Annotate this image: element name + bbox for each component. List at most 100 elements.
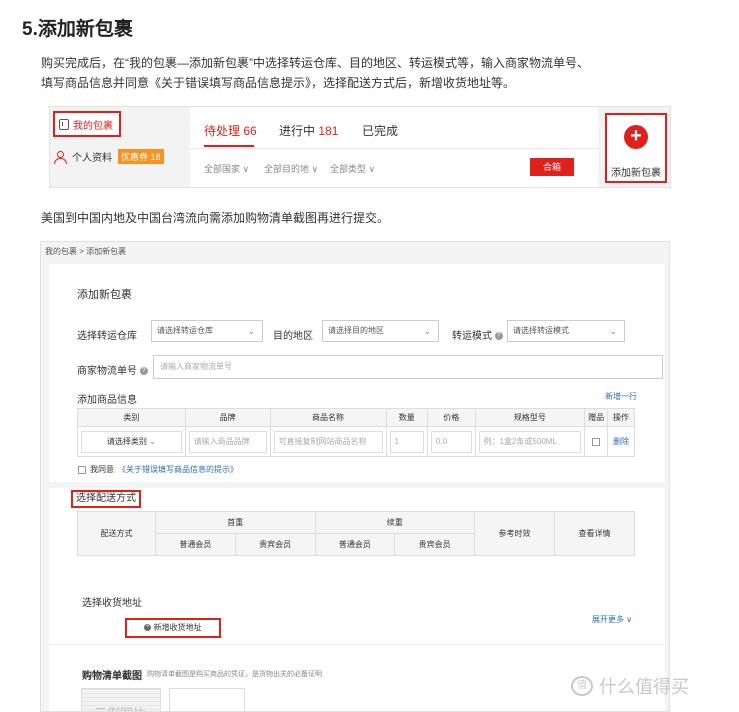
column-header: 商品名称	[269, 408, 387, 427]
shopping-list-title: 购物清单截图	[82, 671, 142, 682]
column-header: 赠品	[584, 408, 609, 427]
agree-link[interactable]: 《关于错误填写商品信息的提示》	[118, 464, 238, 475]
sidebar-item-my-package[interactable]: 我的包裹	[53, 111, 121, 137]
package-tabs-panel: 待处理 66 进行中 181 已完成 全部国家 ∨ 全部目的地 ∨ 全部类型 ∨…	[190, 107, 598, 187]
sample-image-thumbnail[interactable]: 示例图片	[81, 688, 161, 711]
tab-label: 进行中	[279, 124, 316, 138]
warehouse-select[interactable]: 请选择转运仓库 ⌄	[151, 320, 263, 342]
column-header: 数量	[385, 408, 428, 427]
plus-icon: +	[624, 125, 648, 149]
add-address-label: 新增收货地址	[153, 623, 202, 632]
tracking-label-text: 商家物流单号	[77, 366, 137, 377]
quantity-input[interactable]: 1	[389, 430, 424, 453]
thumbnail-watermark: 示例图片	[94, 703, 146, 711]
merge-button[interactable]: 合箱	[530, 158, 574, 176]
tracking-input[interactable]: 请输入商家物流单号	[153, 355, 663, 379]
intro-line-1: 购买完成后，在“我的包裹—添加新包裹”中选择转运仓库、目的地区、转运模式等，输入…	[41, 56, 589, 70]
chevron-down-icon: ⌄	[149, 436, 156, 446]
coupon-badge[interactable]: 优惠券 18	[118, 149, 164, 164]
column-header: 品牌	[184, 408, 271, 427]
add-row-link[interactable]: 新增一行	[605, 391, 637, 402]
mode-label: 转运模式 ?	[452, 327, 503, 342]
filter-destination[interactable]: 全部目的地 ∨	[264, 162, 318, 175]
tab-in-progress[interactable]: 进行中 181	[279, 122, 338, 139]
column-header: 规格型号	[474, 408, 586, 427]
help-icon[interactable]: ?	[139, 367, 148, 376]
column-header: 参考时效	[474, 511, 555, 556]
sidebar-item-label: 个人资料	[72, 153, 112, 164]
site-watermark: 值 什么值得买	[571, 673, 689, 699]
chevron-down-icon: ⌄	[247, 326, 255, 336]
goods-label: 添加商品信息	[77, 395, 137, 406]
tab-label: 待处理	[204, 124, 241, 138]
gift-checkbox[interactable]	[592, 437, 601, 446]
form-card: 添加新包裹 选择转运仓库 请选择转运仓库 ⌄ 目的地区 请选择目的地区 ⌄ 转运…	[49, 264, 665, 711]
add-package-form-screenshot: 我的包裹 > 添加新包裹 添加新包裹 选择转运仓库 请选择转运仓库 ⌄ 目的地区…	[40, 241, 670, 712]
product-name-input[interactable]: 可直接复制网站商品名称	[273, 430, 383, 453]
column-header: 贵宾会员	[234, 533, 316, 556]
tab-completed[interactable]: 已完成	[362, 122, 398, 139]
tab-count: 66	[243, 124, 257, 138]
sidebar-item-profile[interactable]: 个人资料 优惠券 18	[54, 149, 164, 164]
spec-input[interactable]: 例：1盒2条或500ML	[478, 430, 582, 453]
chevron-down-icon: ⌄	[609, 326, 617, 336]
package-list-screenshot: 我的包裹 个人资料 优惠券 18 待处理 66 进行中 181 已完成 全部国家…	[49, 106, 671, 188]
column-header: 普通会员	[314, 533, 396, 556]
intro-paragraph: 购买完成后，在“我的包裹—添加新包裹”中选择转运仓库、目的地区、转运模式等，输入…	[41, 53, 721, 93]
shopping-list-hint: 购物清单截图是购买商品的凭证，是货物出关的必备证明	[147, 671, 322, 678]
plus-icon: +	[144, 624, 152, 632]
column-header: 首重	[155, 511, 316, 534]
column-header: 续重	[314, 511, 475, 534]
logo-icon: 值	[571, 676, 593, 696]
column-header: 普通会员	[155, 533, 236, 556]
help-icon[interactable]: ?	[494, 332, 503, 341]
active-tab-indicator	[204, 145, 254, 147]
filter-country[interactable]: 全部国家 ∨	[204, 162, 249, 175]
destination-label: 目的地区	[273, 331, 313, 342]
section-heading: 5.添加新包裹	[22, 19, 133, 40]
select-value: 请选择转运仓库	[157, 326, 213, 335]
package-icon	[59, 118, 69, 130]
mode-select[interactable]: 请选择转运模式 ⌄	[507, 320, 625, 342]
shipping-table: 配送方式 首重 续重 参考时效 查看详情 普通会员 贵宾会员 普通会员 贵宾会员	[77, 511, 635, 556]
chevron-down-icon: ⌄	[423, 326, 431, 336]
destination-select[interactable]: 请选择目的地区 ⌄	[322, 320, 439, 342]
agree-checkbox[interactable]	[78, 465, 86, 474]
select-value: 请选择类别	[106, 436, 147, 446]
shipping-title: 选择配送方式	[71, 490, 141, 508]
brand-input[interactable]: 请输入商品品牌	[188, 430, 267, 453]
section-divider	[49, 644, 665, 645]
add-address-button[interactable]: + 新增收货地址	[125, 618, 221, 638]
warehouse-label: 选择转运仓库	[77, 331, 137, 342]
user-icon	[54, 150, 67, 164]
add-package-label: 添加新包裹	[611, 168, 661, 179]
tab-pending[interactable]: 待处理 66	[204, 122, 257, 139]
upload-image-button[interactable]: +	[169, 688, 245, 711]
divider	[190, 148, 598, 149]
column-header: 查看详情	[554, 511, 635, 556]
section-divider	[49, 482, 665, 488]
add-package-button[interactable]: + 添加新包裹	[605, 113, 667, 183]
filter-type[interactable]: 全部类型 ∨	[330, 162, 375, 175]
category-select[interactable]: 请选择类别 ⌄	[81, 430, 182, 453]
sidebar: 我的包裹 个人资料 优惠券 18	[50, 107, 182, 187]
note-paragraph: 美国到中国内地及中国台湾流向需添加购物清单截图再进行提交。	[41, 211, 390, 225]
agree-text: 我同意	[90, 465, 114, 474]
agree-row: 我同意 《关于错误填写商品信息的提示》	[78, 464, 238, 475]
select-value: 请选择转运模式	[513, 326, 569, 335]
column-header: 操作	[607, 408, 635, 427]
price-input[interactable]: 0.0	[430, 430, 472, 453]
column-header: 配送方式	[77, 511, 156, 556]
delete-link[interactable]: 删除	[613, 437, 629, 446]
tab-label: 已完成	[362, 124, 399, 138]
column-header: 价格	[426, 408, 476, 427]
expand-more-link[interactable]: 展开更多 ∨	[592, 614, 632, 625]
column-header: 类别	[77, 408, 186, 427]
tab-count: 181	[318, 124, 339, 138]
goods-table: 类别 品牌 商品名称 数量 价格 规格型号 赠品 操作 请选择类别 ⌄ 请输入商…	[77, 408, 635, 457]
page-title: 添加新包裹	[77, 289, 132, 301]
address-title: 选择收货地址	[82, 598, 142, 609]
select-value: 请选择目的地区	[328, 326, 384, 335]
sidebar-item-label: 我的包裹	[73, 120, 113, 132]
tracking-label: 商家物流单号 ?	[77, 362, 148, 377]
